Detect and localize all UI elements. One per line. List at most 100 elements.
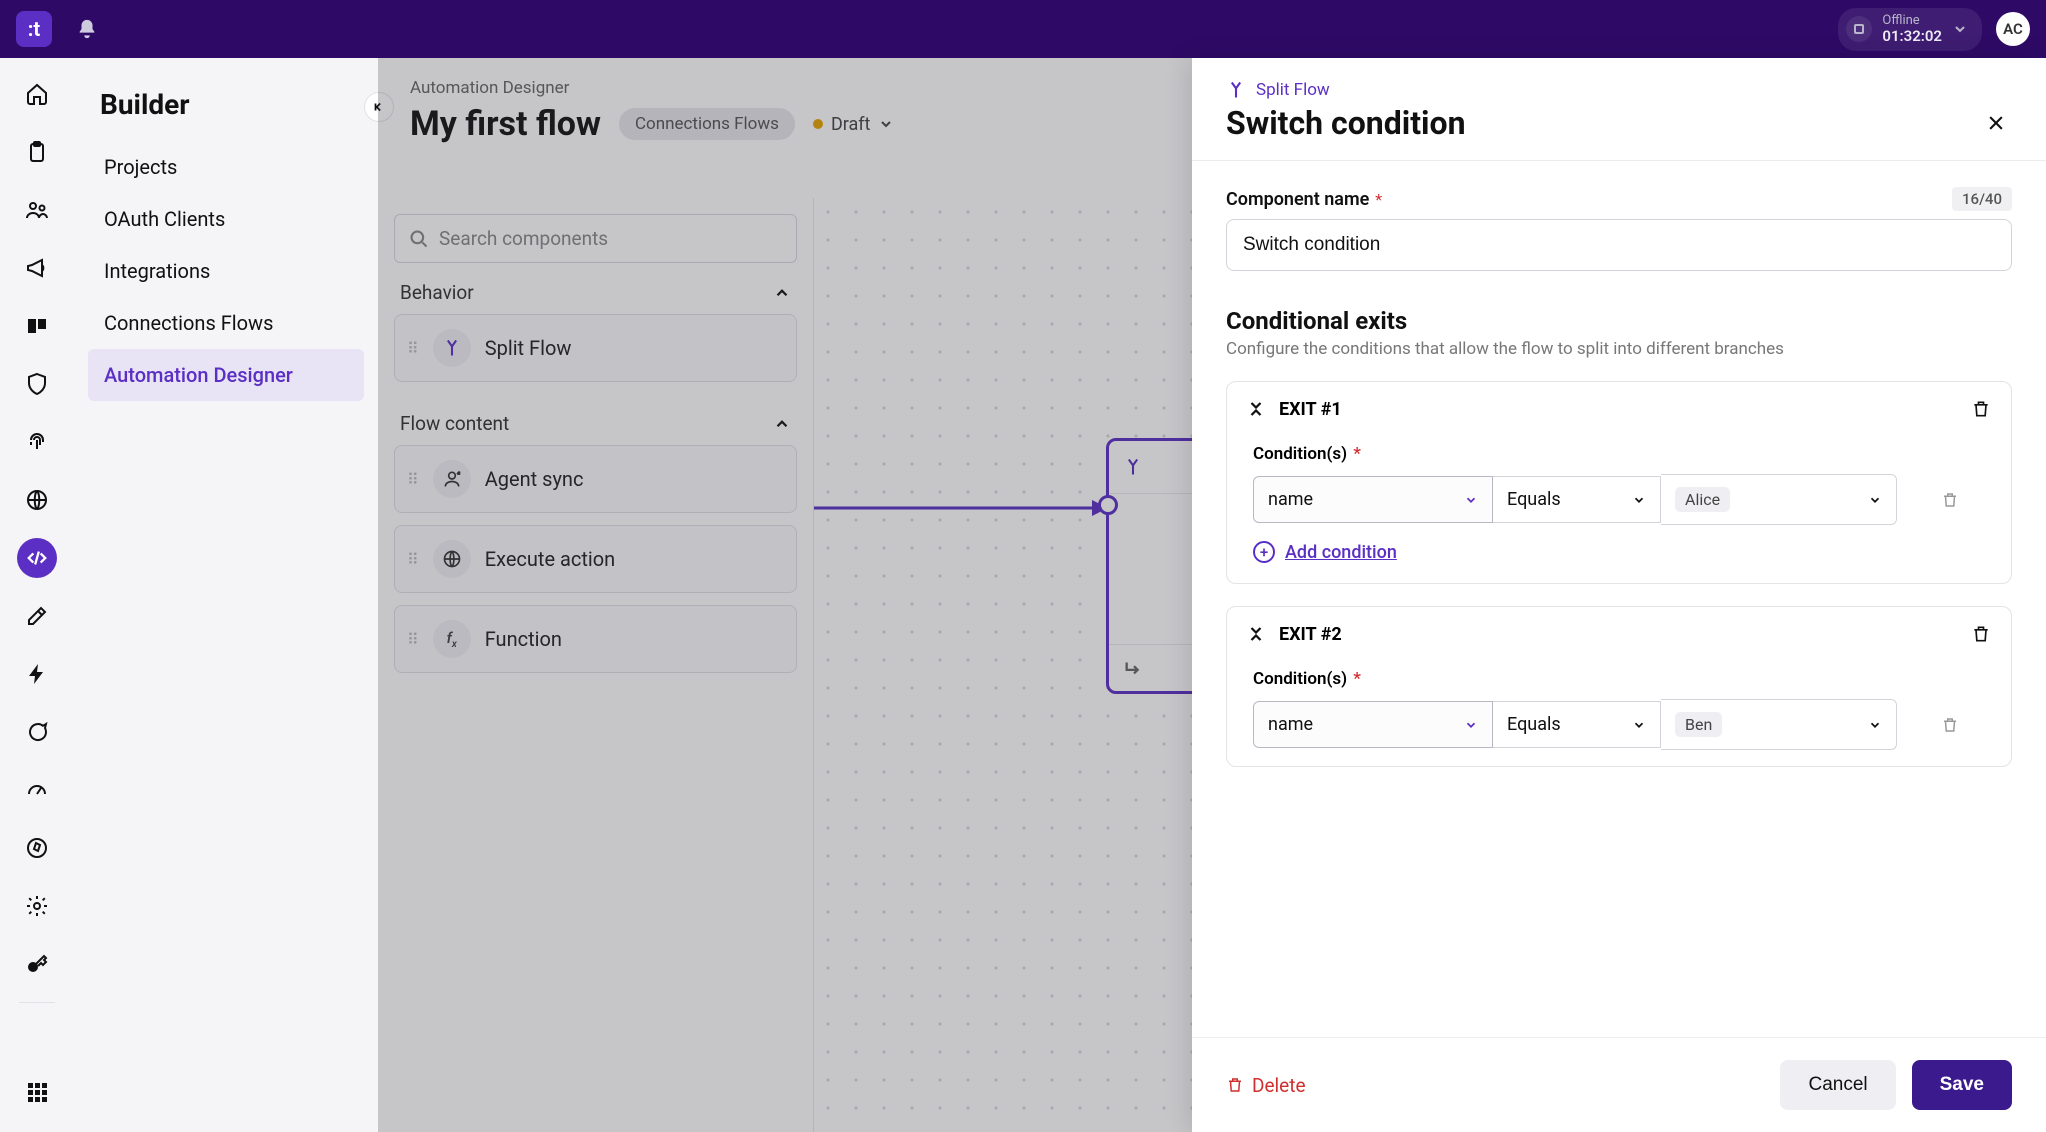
side-panel: Split Flow Switch condition Component na… xyxy=(1192,58,2046,1132)
rail-apps-icon[interactable] xyxy=(17,1072,57,1112)
delete-label: Delete xyxy=(1252,1074,1306,1097)
collapse-sidebar-button[interactable] xyxy=(364,92,394,122)
section-label: Behavior xyxy=(400,281,474,304)
offline-status[interactable]: Offline 01:32:02 xyxy=(1838,8,1982,51)
chevron-down-icon xyxy=(1868,718,1882,732)
search-icon xyxy=(409,229,429,249)
sidebar-item-projects[interactable]: Projects xyxy=(88,141,364,193)
close-icon xyxy=(1986,113,2006,133)
rail-code-icon[interactable] xyxy=(17,538,57,578)
condition-operator-select[interactable]: Equals xyxy=(1493,701,1661,748)
component-label: Function xyxy=(485,627,562,651)
rail-globe-icon[interactable] xyxy=(17,480,57,520)
status-label: Draft xyxy=(831,114,871,135)
notifications-icon[interactable] xyxy=(76,18,98,40)
rail-compass-icon[interactable] xyxy=(17,828,57,868)
chevron-down-icon xyxy=(1632,718,1646,732)
delete-exit-button[interactable] xyxy=(1971,398,1991,420)
rail-home-icon[interactable] xyxy=(17,74,57,114)
section-flow-content[interactable]: Flow content xyxy=(394,394,797,445)
return-arrow-icon xyxy=(1123,657,1145,679)
topbar: :t Offline 01:32:02 AC xyxy=(0,0,2046,58)
icon-rail xyxy=(0,58,74,1132)
cancel-button[interactable]: Cancel xyxy=(1780,1060,1895,1110)
section-behavior[interactable]: Behavior xyxy=(394,263,797,314)
close-button[interactable] xyxy=(1980,107,2012,139)
search-placeholder: Search components xyxy=(439,227,608,250)
drag-handle-icon: ⠿ xyxy=(407,470,419,489)
component-label: Split Flow xyxy=(485,336,572,360)
chevron-down-icon xyxy=(1632,493,1646,507)
rail-megaphone-icon[interactable] xyxy=(17,248,57,288)
trash-icon xyxy=(1941,490,1959,510)
chevron-down-icon xyxy=(1464,718,1478,732)
component-split-flow[interactable]: ⠿ Split Flow xyxy=(394,314,797,382)
conditional-exits-sub: Configure the conditions that allow the … xyxy=(1226,339,2012,359)
status-dot-icon xyxy=(813,119,823,129)
rail-key-icon[interactable] xyxy=(17,944,57,984)
exit-title: EXIT #2 xyxy=(1279,624,1342,645)
plus-circle-icon: + xyxy=(1253,541,1275,563)
component-execute-action[interactable]: ⠿ Execute action xyxy=(394,525,797,593)
delete-condition-button[interactable] xyxy=(1941,715,1959,735)
conditions-label: Condition(s) xyxy=(1253,444,1347,464)
save-button[interactable]: Save xyxy=(1912,1060,2012,1110)
name-label: Component name xyxy=(1226,189,1369,210)
offline-label: Offline xyxy=(1882,14,1942,27)
conditional-exits-title: Conditional exits xyxy=(1226,307,2012,335)
drag-handle-icon: ⠿ xyxy=(407,339,419,358)
sidebar-item-connections[interactable]: Connections Flows xyxy=(88,297,364,349)
condition-value-select[interactable]: Ben xyxy=(1661,699,1897,750)
split-icon xyxy=(1123,457,1143,477)
trash-icon xyxy=(1226,1075,1244,1095)
rail-columns-icon[interactable] xyxy=(17,306,57,346)
exit-card-2: EXIT #2 Condition(s) * name Equals Ben xyxy=(1226,606,2012,767)
panel-title: Switch condition xyxy=(1226,104,1466,142)
drag-handle-icon: ⠿ xyxy=(407,550,419,569)
condition-field-select[interactable]: name xyxy=(1253,701,1493,748)
search-input[interactable]: Search components xyxy=(394,214,797,263)
split-icon xyxy=(1226,80,1246,100)
avatar[interactable]: AC xyxy=(1996,12,2030,46)
rail-gauge-icon[interactable] xyxy=(17,770,57,810)
component-function[interactable]: ⠿ fx Function xyxy=(394,605,797,673)
chevron-down-icon xyxy=(878,116,894,132)
delete-exit-button[interactable] xyxy=(1971,623,1991,645)
rail-edit-icon[interactable] xyxy=(17,596,57,636)
condition-value-select[interactable]: Alice xyxy=(1661,474,1897,525)
collapse-icon[interactable] xyxy=(1247,623,1265,645)
node-input-port[interactable] xyxy=(1098,495,1118,515)
components-panel: Search components Behavior ⠿ Split Flow … xyxy=(378,198,814,1132)
sidebar-item-integrations[interactable]: Integrations xyxy=(88,245,364,297)
trash-icon xyxy=(1971,398,1991,420)
rail-shield-icon[interactable] xyxy=(17,364,57,404)
chevron-up-icon xyxy=(773,284,791,302)
rail-gear-icon[interactable] xyxy=(17,886,57,926)
rail-chat-icon[interactable] xyxy=(17,712,57,752)
add-condition-button[interactable]: + Add condition xyxy=(1227,541,2011,583)
rail-people-icon[interactable] xyxy=(17,190,57,230)
flow-type-chip: Connections Flows xyxy=(619,108,795,140)
condition-operator-select[interactable]: Equals xyxy=(1493,476,1661,523)
char-count: 16/40 xyxy=(1952,187,2012,211)
component-name-input[interactable] xyxy=(1226,219,2012,271)
rail-fingerprint-icon[interactable] xyxy=(17,422,57,462)
delete-condition-button[interactable] xyxy=(1941,490,1959,510)
collapse-icon[interactable] xyxy=(1247,398,1265,420)
app-logo[interactable]: :t xyxy=(16,11,52,47)
flow-status[interactable]: Draft xyxy=(813,114,895,135)
condition-field-select[interactable]: name xyxy=(1253,476,1493,523)
sidebar: Builder Projects OAuth Clients Integrati… xyxy=(74,58,378,1132)
sidebar-item-oauth[interactable]: OAuth Clients xyxy=(88,193,364,245)
connection-wire xyxy=(814,488,1114,548)
component-agent-sync[interactable]: ⠿ Agent sync xyxy=(394,445,797,513)
globe-icon xyxy=(433,540,471,578)
function-icon: fx xyxy=(433,620,471,658)
flow-title: My first flow xyxy=(410,104,601,144)
delete-component-button[interactable]: Delete xyxy=(1226,1074,1306,1097)
trash-icon xyxy=(1971,623,1991,645)
rail-bolt-icon[interactable] xyxy=(17,654,57,694)
chevron-down-icon xyxy=(1952,21,1968,37)
rail-clipboard-icon[interactable] xyxy=(17,132,57,172)
sidebar-item-automation-designer[interactable]: Automation Designer xyxy=(88,349,364,401)
